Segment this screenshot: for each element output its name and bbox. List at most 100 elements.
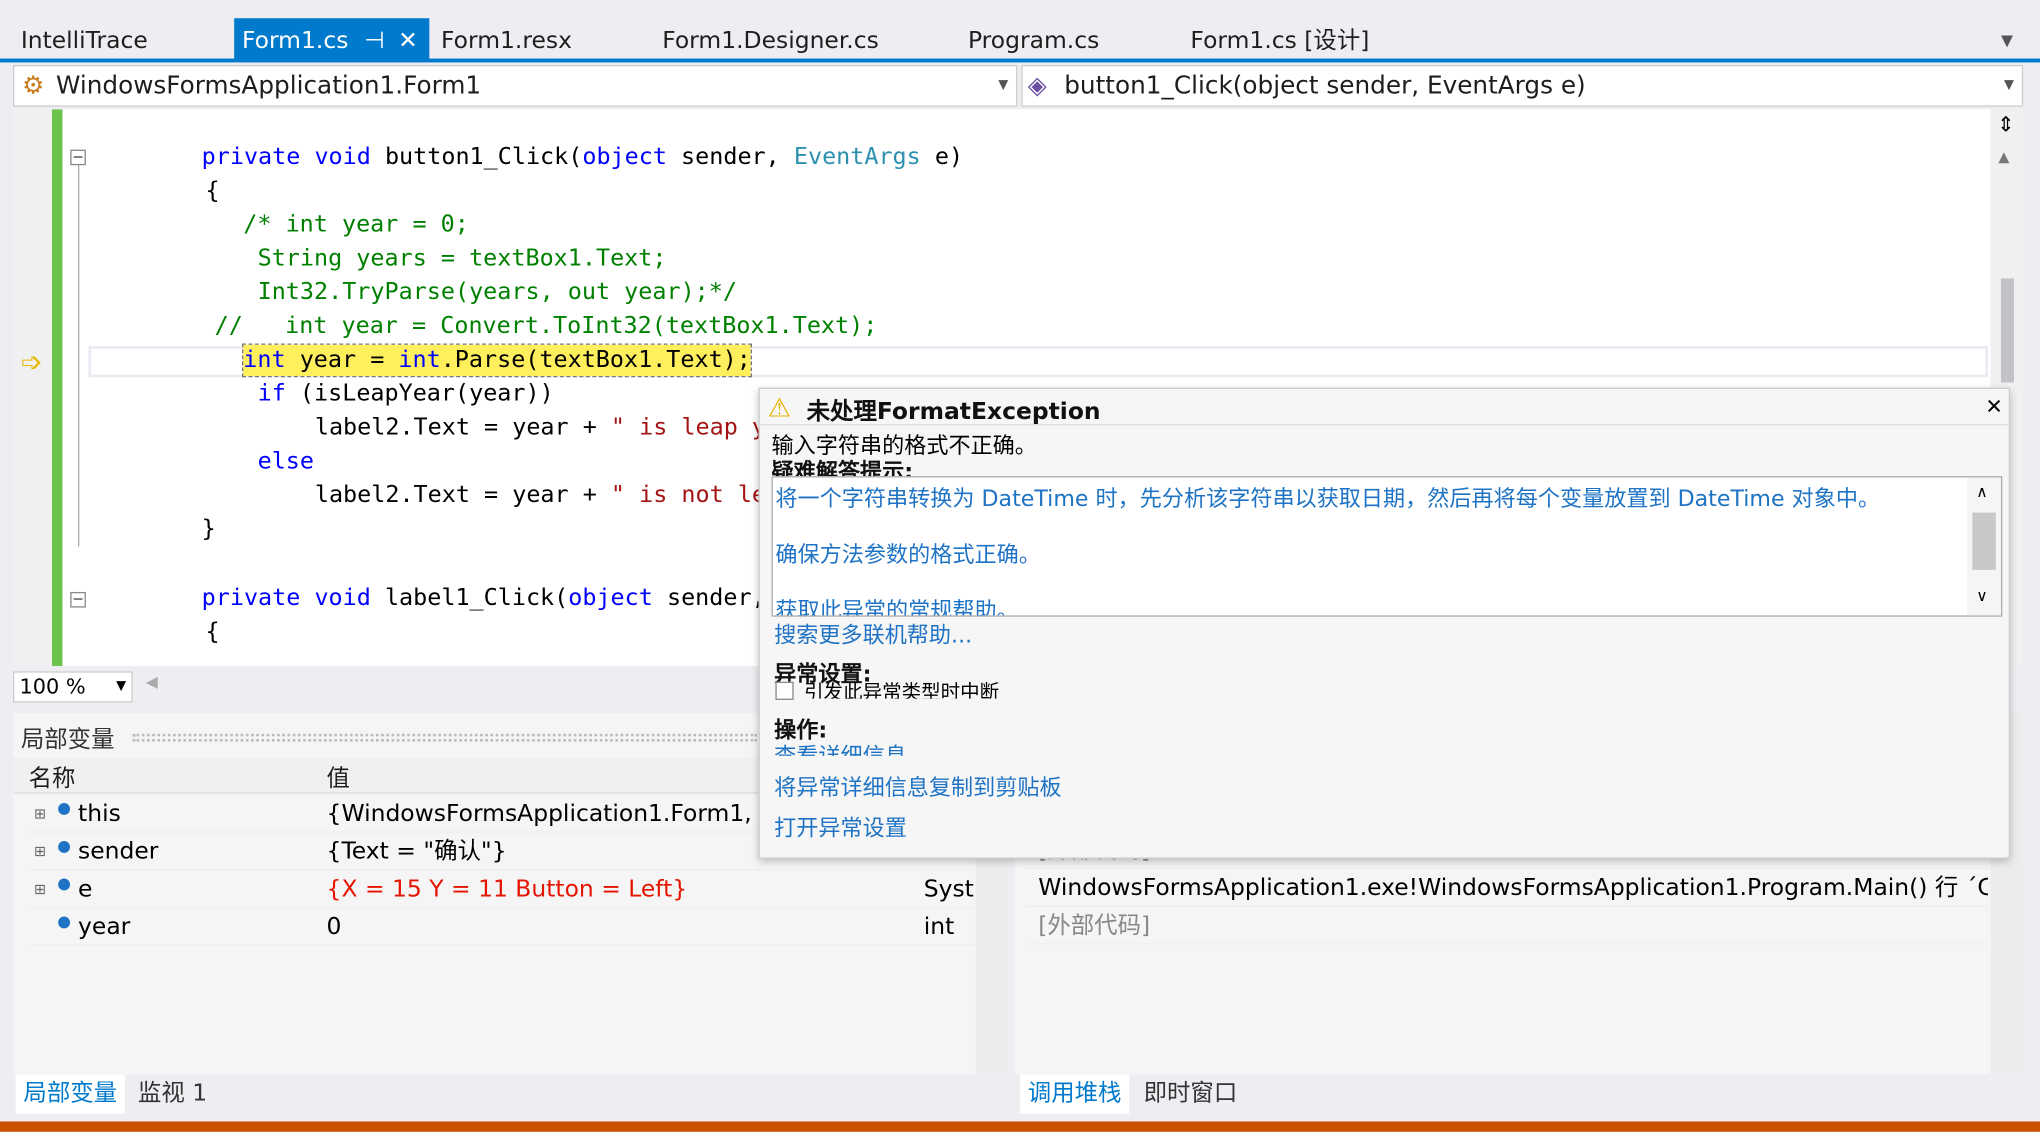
locals-row[interactable]: ⊞ ● e {X = 15 Y = 11 Button = Left} Syst <box>28 870 992 909</box>
class-icon: ⚙ <box>22 71 45 101</box>
code-line[interactable]: if (isLeapYear(year)) <box>258 379 554 410</box>
code-token: String years = textBox1.Text; <box>257 244 667 272</box>
tab-call-stack[interactable]: 调用堆栈 <box>1019 1074 1130 1114</box>
member-dropdown-value: button1_Click(object sender, EventArgs e… <box>1064 71 1586 101</box>
code-token: int <box>398 346 441 374</box>
scroll-up-icon[interactable]: ▲ <box>1998 148 2009 165</box>
code-token: object <box>568 584 653 612</box>
code-line[interactable]: /* int year = 0; <box>243 209 469 240</box>
tab-locals[interactable]: 局部变量 <box>15 1074 125 1114</box>
code-token: EventArgs <box>793 143 921 171</box>
expand-icon[interactable]: ⊞ <box>34 795 46 833</box>
code-line[interactable]: // int year = Convert.ToInt32(textBox1.T… <box>215 311 878 342</box>
search-online-help-link[interactable]: 搜索更多联机帮助... <box>774 617 972 649</box>
code-line[interactable]: } <box>202 514 216 545</box>
warning-icon: ⚠ <box>767 391 791 423</box>
collapse-icon[interactable]: − <box>70 592 86 608</box>
member-dropdown[interactable]: ◈ button1_Click(object sender, EventArgs … <box>1021 65 2024 107</box>
call-stack-row[interactable]: [外部代码] <box>1025 907 1988 945</box>
local-name: year <box>78 913 131 941</box>
code-line[interactable]: { <box>206 617 220 648</box>
field-icon: ● <box>57 836 71 855</box>
scroll-down-icon[interactable]: ∨ <box>1976 587 1987 605</box>
current-statement-line[interactable]: int year = int.Parse(textBox1.Text); <box>241 343 753 378</box>
code-line[interactable]: String years = textBox1.Text; <box>258 243 667 274</box>
outline-line <box>78 156 80 547</box>
expand-icon[interactable]: ⊞ <box>34 870 46 908</box>
expand-icon[interactable]: ⊞ <box>34 833 46 871</box>
view-details-link[interactable]: 查看详细信息... <box>774 738 928 756</box>
panel-grip[interactable] <box>132 733 758 742</box>
code-token: e) <box>920 143 964 171</box>
tip-link[interactable]: 将一个字符串转换为 DateTime 时，先分析该字符串以获取日期，然后再将每个… <box>775 480 1880 513</box>
code-token: sender, <box>666 143 794 171</box>
code-token: label2.Text = year + <box>314 413 611 442</box>
code-line[interactable]: private void button1_Click(object sender… <box>202 142 963 173</box>
tab-intellitrace[interactable]: IntelliTrace <box>13 18 156 60</box>
tips-scrollbar[interactable]: ∧ ∨ <box>1967 477 2001 616</box>
tab-form1-cs[interactable]: Form1.cs ⊣ ✕ <box>234 18 430 60</box>
scroll-thumb[interactable] <box>1972 512 1996 570</box>
code-line[interactable]: else <box>258 446 314 477</box>
scroll-thumb[interactable] <box>2000 278 2014 383</box>
copy-details-link[interactable]: 将异常详细信息复制到剪贴板 <box>774 769 1062 801</box>
exception-title: 未处理FormatException <box>806 398 1101 426</box>
tab-watch-1[interactable]: 监视 1 <box>130 1075 215 1114</box>
tab-form1-designer[interactable]: Form1.Designer.cs <box>654 18 886 60</box>
code-token: Int32.TryParse(years, out year);*/ <box>257 278 737 306</box>
local-name: this <box>78 800 121 828</box>
class-dropdown[interactable]: ⚙ WindowsFormsApplication1.Form1 ▼ <box>13 65 1018 107</box>
code-line[interactable]: { <box>206 176 220 207</box>
tips-list: 将一个字符串转换为 DateTime 时，先分析该字符串以获取日期，然后再将每个… <box>771 476 2003 617</box>
break-on-exception-checkbox[interactable] <box>775 681 794 700</box>
tip-link[interactable]: 获取此异常的常规帮助。 <box>775 592 1018 615</box>
tab-immediate-window[interactable]: 即时窗口 <box>1136 1075 1245 1114</box>
tab-form1-resx[interactable]: Form1.resx <box>433 18 580 60</box>
local-name: sender <box>78 837 159 866</box>
method-icon: ◈ <box>1027 71 1047 101</box>
local-type: int <box>923 913 955 941</box>
class-dropdown-value: WindowsFormsApplication1.Form1 <box>55 71 482 101</box>
code-token: private void <box>201 584 385 612</box>
chevron-down-icon: ▼ <box>2003 78 2014 93</box>
code-token: (isLeapYear(year)) <box>285 379 554 408</box>
break-checkbox-label[interactable]: 引发此异常类型时中断 <box>804 678 999 698</box>
tab-form1-design[interactable]: Form1.cs [设计] <box>1183 18 1378 60</box>
code-token: label1_Click( <box>384 584 569 612</box>
visual-studio-window: IntelliTrace Form1.cs ⊣ ✕ Form1.resx Form1… <box>0 0 2040 1132</box>
code-token: /* int year = 0; <box>243 210 469 239</box>
code-token: button1_Click( <box>384 143 583 171</box>
local-value: {X = 15 Y = 11 Button = Left} <box>326 875 688 903</box>
code-token: .Parse(textBox1.Text); <box>440 346 751 374</box>
call-stack-row[interactable]: WindowsFormsApplication1.exe!WindowsForm… <box>1025 869 1988 907</box>
code-token: { <box>205 617 220 646</box>
exception-helper-popup: ⚠ 未处理FormatException ✕ 输入字符串的格式不正确。 疑难解答… <box>758 387 2011 859</box>
code-token: object <box>582 143 667 171</box>
local-type: Syst <box>923 875 974 903</box>
tab-overflow-icon[interactable]: ▼ <box>2001 31 2013 49</box>
code-token: private void <box>201 143 385 171</box>
tab-label: Form1.cs <box>241 27 349 55</box>
zoom-dropdown[interactable]: 100 % ▼ <box>13 671 133 703</box>
close-icon[interactable]: ✕ <box>1985 394 2002 419</box>
tip-link[interactable]: 确保方法参数的格式正确。 <box>775 536 1040 569</box>
collapse-icon[interactable]: − <box>70 150 86 166</box>
split-icon[interactable]: ⇕ <box>1997 112 2014 137</box>
column-header-name[interactable]: 名称 <box>29 760 76 794</box>
open-exception-settings-link[interactable]: 打开异常设置 <box>774 809 907 842</box>
scroll-up-icon[interactable]: ∧ <box>1976 483 1987 501</box>
tab-program-cs[interactable]: Program.cs <box>960 18 1107 60</box>
zoom-value: 100 % <box>19 673 86 699</box>
local-value: {Text = "确认"} <box>326 837 507 866</box>
code-token: label2.Text = year + <box>314 481 611 509</box>
locals-row[interactable]: ● year 0 int <box>28 908 992 946</box>
local-value: 0 <box>326 913 342 941</box>
change-tracking-bar <box>52 109 63 667</box>
chevron-down-icon: ▼ <box>998 78 1009 93</box>
indicator-margin <box>13 109 53 667</box>
tab-underline <box>0 58 2040 63</box>
code-token: { <box>205 176 220 205</box>
code-line[interactable]: Int32.TryParse(years, out year);*/ <box>258 277 737 308</box>
scroll-left-icon[interactable]: ◀ <box>146 673 158 691</box>
column-header-value[interactable]: 值 <box>327 760 350 794</box>
